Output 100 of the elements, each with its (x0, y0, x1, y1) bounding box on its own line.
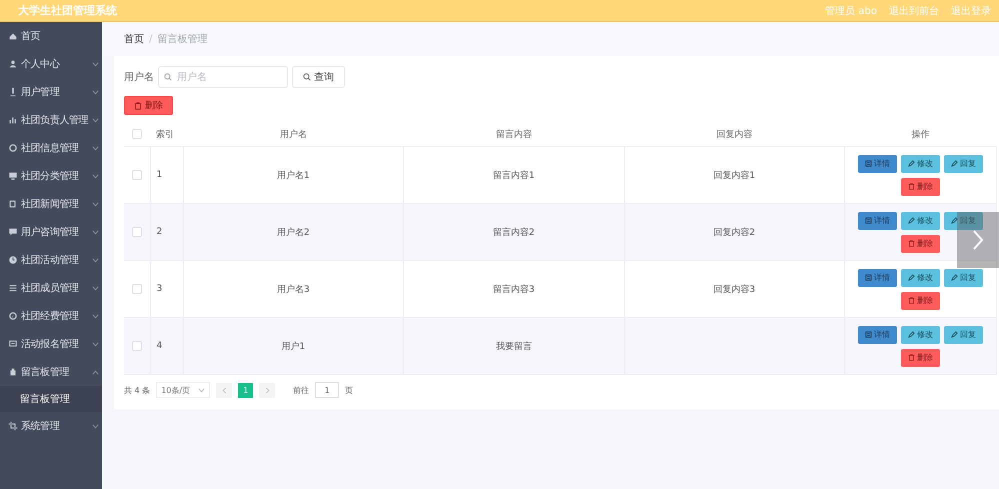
row-checkbox[interactable] (132, 170, 142, 180)
menu-item-icon (8, 283, 18, 293)
sidebar-item[interactable]: 社团分类管理 (0, 162, 102, 190)
menu-item-icon (8, 227, 18, 237)
sidebar-item[interactable]: 社团经费管理 (0, 302, 102, 330)
action-button[interactable]: 回复 (944, 326, 983, 344)
table-cell: 回复内容2 (713, 228, 756, 238)
table-cell: 2 (156, 227, 162, 237)
chevron-right-icon (972, 229, 984, 251)
trash-icon (908, 297, 915, 304)
caret-icon (198, 388, 206, 392)
breadcrumb-separator: / (149, 34, 152, 44)
page-size-select[interactable]: 10条/页 (156, 382, 210, 398)
menu-item-icon (8, 115, 18, 125)
row-checkbox[interactable] (132, 226, 142, 237)
sidebar-item[interactable]: 首页 (0, 22, 102, 50)
page-suffix: 页 (345, 384, 354, 396)
page-button[interactable]: 1 (238, 382, 254, 398)
list-icon (865, 274, 872, 281)
sidebar-item[interactable]: 系统管理 (0, 412, 102, 440)
pencil-icon (908, 274, 915, 281)
list-icon (865, 160, 872, 167)
pencil-icon (951, 160, 958, 167)
breadcrumb-item: 留言板管理 (157, 32, 208, 46)
action-button[interactable]: 详情 (858, 154, 897, 172)
action-button[interactable]: 修改 (901, 268, 940, 286)
sidebar-item[interactable]: 个人中心 (0, 50, 102, 78)
field-label: 用户名 (124, 70, 154, 84)
pencil-icon (908, 160, 915, 167)
next-page-button[interactable] (259, 382, 276, 398)
sidebar-item[interactable]: 社团活动管理 (0, 246, 102, 274)
column-header: 留言内容 (496, 130, 532, 140)
column-header: 索引 (156, 130, 174, 140)
total-count: 共 4 条 (124, 384, 150, 396)
select-all-checkbox[interactable] (132, 129, 142, 140)
action-button[interactable]: 删除 (901, 292, 940, 310)
table-cell: 1 (156, 170, 162, 180)
page-input[interactable]: 1 (315, 382, 340, 398)
menu-item-icon (8, 31, 18, 41)
menu-item-icon (8, 421, 18, 431)
list-icon (865, 331, 872, 338)
system-title: 大学生社团管理系统 (18, 3, 117, 18)
action-button[interactable]: 修改 (901, 326, 940, 344)
action-button[interactable]: 详情 (858, 326, 897, 344)
menu-item-icon (8, 311, 18, 321)
goto-label: 前往 (293, 384, 310, 396)
action-button[interactable]: 详情 (858, 212, 897, 230)
prev-page-button[interactable] (216, 382, 232, 398)
sidebar-item[interactable]: 留言板管理 (0, 358, 102, 386)
breadcrumb-item[interactable]: 首页 (124, 32, 144, 46)
table-cell: 留言内容3 (492, 284, 535, 294)
sidebar-item[interactable]: 用户咨询管理 (0, 218, 102, 246)
table-cell: 4 (156, 341, 162, 351)
pencil-icon (951, 331, 958, 338)
trash-icon (908, 183, 915, 190)
pencil-icon (951, 274, 958, 281)
table-cell: 留言内容1 (492, 170, 535, 180)
menu-item-icon (8, 367, 18, 377)
column-header: 用户名 (280, 130, 307, 140)
table-cell: 回复内容3 (713, 284, 756, 294)
column-header: 回复内容 (716, 130, 752, 140)
delete-button[interactable]: 删除 (124, 96, 173, 115)
sidebar-item[interactable]: 社团成员管理 (0, 274, 102, 302)
action-button[interactable]: 回复 (944, 212, 983, 230)
action-button[interactable]: 删除 (901, 178, 940, 196)
table-cell: 留言内容2 (492, 228, 535, 238)
table-cell: 用户1 (281, 342, 306, 352)
action-button[interactable]: 回复 (944, 154, 983, 172)
action-button[interactable]: 删除 (901, 348, 940, 366)
chevron-left-icon (222, 386, 227, 394)
list-icon (865, 217, 872, 224)
table-cell: 我要留言 (496, 342, 532, 352)
sidebar-item[interactable]: 社团信息管理 (0, 134, 102, 162)
pencil-icon (908, 217, 915, 224)
action-button[interactable]: 修改 (901, 154, 940, 172)
chevron-right-icon (264, 386, 270, 394)
table-cell: 用户名2 (276, 228, 310, 238)
sidebar-item[interactable]: 活动报名管理 (0, 330, 102, 358)
pencil-icon (951, 217, 958, 224)
menu-item-icon (8, 199, 18, 209)
sidebar-subitem[interactable]: 留言板管理 (0, 386, 102, 412)
sidebar-item[interactable]: 社团负责人管理 (0, 106, 102, 134)
pencil-icon (908, 331, 915, 338)
row-checkbox[interactable] (132, 340, 142, 351)
search-button[interactable]: 查询 (292, 66, 345, 88)
sidebar-item[interactable]: 社团新闻管理 (0, 190, 102, 218)
table-cell: 回复内容1 (713, 170, 756, 180)
sidebar-item[interactable]: 用户管理 (0, 78, 102, 106)
search-icon (303, 73, 311, 81)
row-checkbox[interactable] (132, 284, 142, 294)
table-cell: 用户名1 (276, 170, 310, 180)
action-button[interactable]: 删除 (901, 234, 940, 252)
next-slide-button[interactable] (957, 212, 999, 268)
table-cell: 3 (156, 284, 162, 294)
search-icon (164, 73, 172, 81)
menu-item-icon (8, 339, 18, 349)
action-button[interactable]: 详情 (858, 268, 897, 286)
search-field[interactable]: 用户名 (158, 66, 288, 88)
action-button[interactable]: 回复 (944, 268, 983, 286)
action-button[interactable]: 修改 (901, 212, 940, 230)
